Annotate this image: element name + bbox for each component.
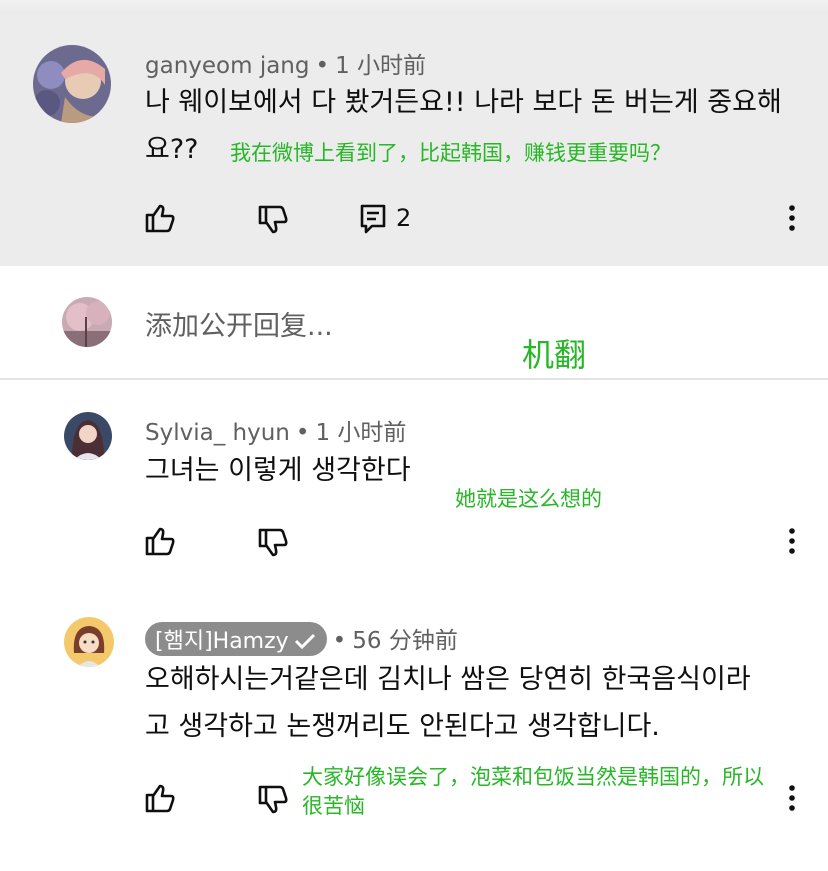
comment-meta: [햄지]Hamzy • 56 分钟前 xyxy=(145,621,458,656)
comment-text-line: 고 생각하고 논쟁꺼리도 안된다고 생각합니다. xyxy=(145,711,660,742)
like-icon[interactable] xyxy=(143,781,177,815)
more-vert-icon[interactable] xyxy=(787,526,797,556)
author-name[interactable]: ganyeom jang xyxy=(145,53,309,79)
timestamp[interactable]: 56 分钟前 xyxy=(352,628,458,654)
author-name: [햄지]Hamzy xyxy=(155,629,289,654)
dislike-icon[interactable] xyxy=(256,783,290,817)
like-icon[interactable] xyxy=(143,524,177,558)
comment-text-line: 요?? xyxy=(145,134,199,165)
translation-text: 大家好像误会了，泡菜和包饭当然是韩国的，所以 xyxy=(302,765,764,789)
top-edge xyxy=(0,0,828,15)
translation-text: 她就是这么想的 xyxy=(455,487,602,511)
reply-input[interactable]: 添加公开回复... xyxy=(145,304,333,343)
author-name[interactable]: Sylvia_ hyun xyxy=(145,420,290,446)
dislike-icon[interactable] xyxy=(256,203,290,237)
more-vert-icon[interactable] xyxy=(787,783,797,813)
user-avatar xyxy=(62,297,112,347)
avatar[interactable] xyxy=(64,617,114,667)
verified-check-icon xyxy=(294,633,315,650)
comment-text-line: 나 웨이보에서 다 봤거든요!! 나라 보다 돈 버는게 중요해 xyxy=(145,87,782,118)
comment-meta: Sylvia_ hyun • 1 小时前 xyxy=(145,420,407,446)
reply-icon[interactable] xyxy=(357,202,391,236)
timestamp[interactable]: 1 小时前 xyxy=(335,53,426,79)
timestamp[interactable]: 1 小时前 xyxy=(315,420,406,446)
translation-text: 很苦恼 xyxy=(302,794,365,818)
divider xyxy=(0,378,828,380)
machine-translation-note: 机翻 xyxy=(522,336,587,374)
author-badge[interactable]: [햄지]Hamzy xyxy=(145,622,327,656)
comment-text-line: 그녀는 이렇게 생각한다 xyxy=(145,455,411,486)
avatar[interactable] xyxy=(64,412,112,460)
dislike-icon[interactable] xyxy=(256,526,290,560)
comment-meta: ganyeom jang • 1 小时前 xyxy=(145,53,427,79)
more-vert-icon[interactable] xyxy=(787,203,797,233)
reply-count[interactable]: 2 xyxy=(396,204,411,232)
like-icon[interactable] xyxy=(143,201,177,235)
avatar[interactable] xyxy=(33,45,111,123)
comment-text-line: 오해하시는거같은데 김치나 쌈은 당연히 한국음식이라 xyxy=(145,664,751,695)
translation-text: 我在微博上看到了，比起韩国，赚钱更重要吗？ xyxy=(230,141,671,165)
